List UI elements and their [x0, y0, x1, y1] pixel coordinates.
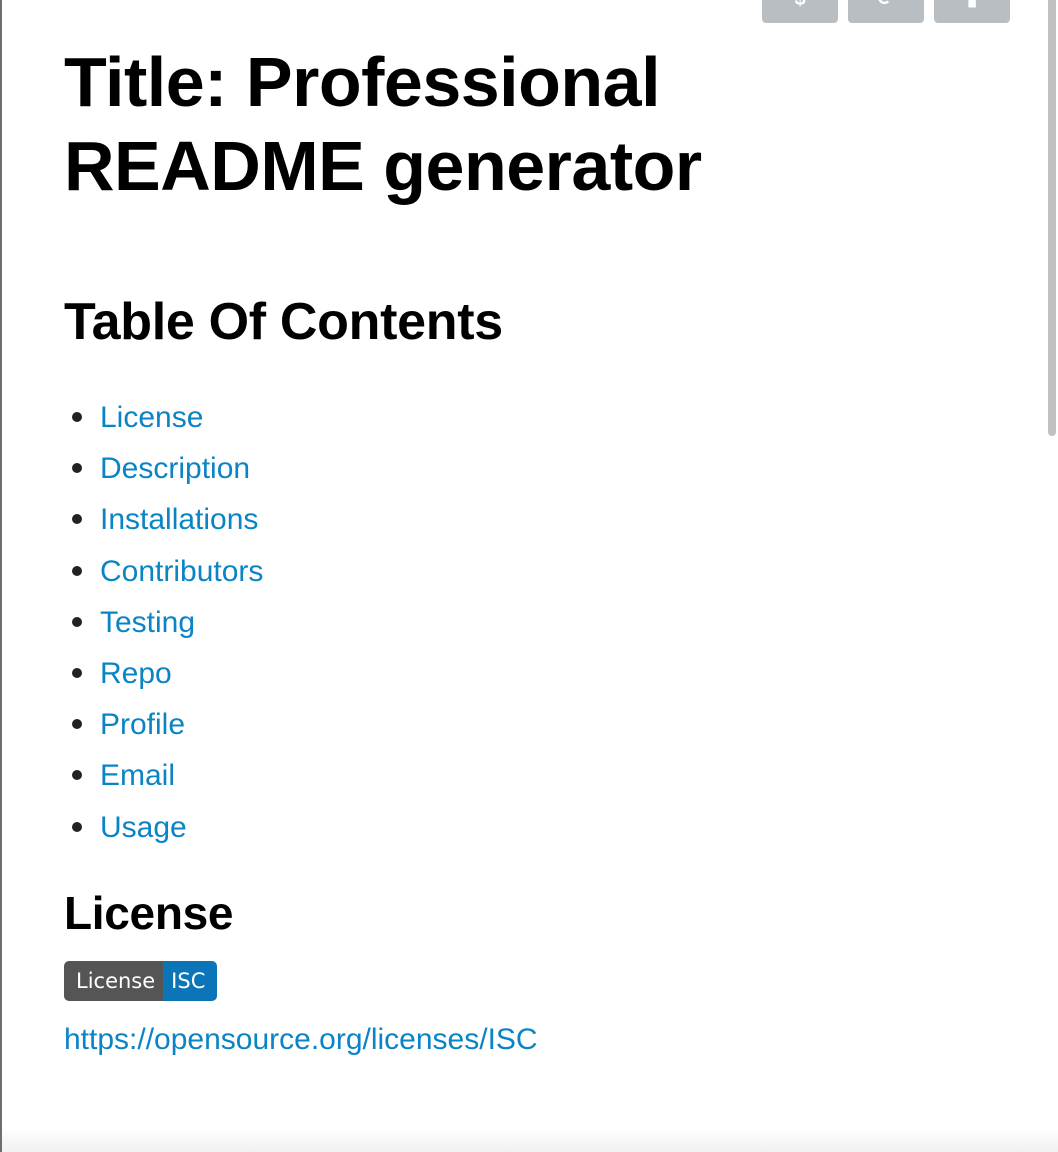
toc-link-email[interactable]: Email [100, 759, 175, 792]
bullet-icon [72, 821, 82, 832]
toolbar-button-2-icon: ⟳ [878, 0, 895, 9]
bullet-icon [72, 565, 82, 576]
bullet-icon [72, 514, 82, 525]
toc-item-profile: Profile [72, 699, 1004, 750]
license-badge-value: ISC [163, 960, 218, 1001]
toc-heading: Table Of Contents [64, 293, 503, 351]
bullet-icon [72, 719, 82, 730]
toc-item-installations: Installations [72, 494, 1004, 545]
toc-list: License Description Installations Contri… [64, 392, 1004, 853]
bottom-edge-shadow [2, 1128, 1058, 1152]
toolbar-button-3-icon: ▮ [966, 0, 977, 9]
toc-item-contributors: Contributors [72, 546, 1004, 597]
toolbar-button-1[interactable]: $ [762, 0, 838, 23]
toc-link-license[interactable]: License [100, 401, 203, 434]
toc-link-profile[interactable]: Profile [100, 708, 185, 741]
scrollbar-thumb[interactable] [1048, 0, 1056, 436]
vertical-scrollbar[interactable] [1046, 0, 1058, 440]
toc-link-description[interactable]: Description [100, 452, 250, 485]
toc-link-repo[interactable]: Repo [100, 657, 172, 690]
toc-item-repo: Repo [72, 648, 1004, 699]
bullet-icon [72, 412, 82, 422]
license-heading: License [64, 886, 234, 939]
license-badge[interactable]: License ISC [64, 960, 218, 1001]
license-url-link[interactable]: https://opensource.org/licenses/ISC [64, 1023, 538, 1056]
toc-link-contributors[interactable]: Contributors [100, 555, 263, 588]
toc-item-description: Description [72, 443, 1004, 494]
bullet-icon [72, 770, 82, 781]
page-title: Title: Professional README generator [64, 43, 702, 205]
toc-item-testing: Testing [72, 597, 1004, 648]
toolbar-button-1-icon: $ [794, 0, 805, 9]
toc-item-license: License [72, 392, 1004, 443]
readme-preview-pane: $ ⟳ ▮ Title: Professional README generat… [0, 0, 1058, 1152]
license-badge-label: License [64, 960, 164, 1001]
toc-link-usage[interactable]: Usage [100, 811, 187, 844]
toc-link-testing[interactable]: Testing [100, 606, 195, 639]
toolbar-button-3[interactable]: ▮ [934, 0, 1010, 23]
toolbar: $ ⟳ ▮ [762, 0, 1010, 23]
toc-item-email: Email [72, 750, 1004, 801]
pane-left-border [0, 0, 2, 1152]
bullet-icon [72, 616, 82, 627]
readme-content: Title: Professional README generator Tab… [64, 40, 1004, 1059]
toc-item-usage: Usage [72, 802, 1004, 853]
bullet-icon [72, 463, 82, 474]
toc-link-installations[interactable]: Installations [100, 503, 258, 536]
bullet-icon [72, 667, 82, 678]
toolbar-button-2[interactable]: ⟳ [848, 0, 924, 23]
